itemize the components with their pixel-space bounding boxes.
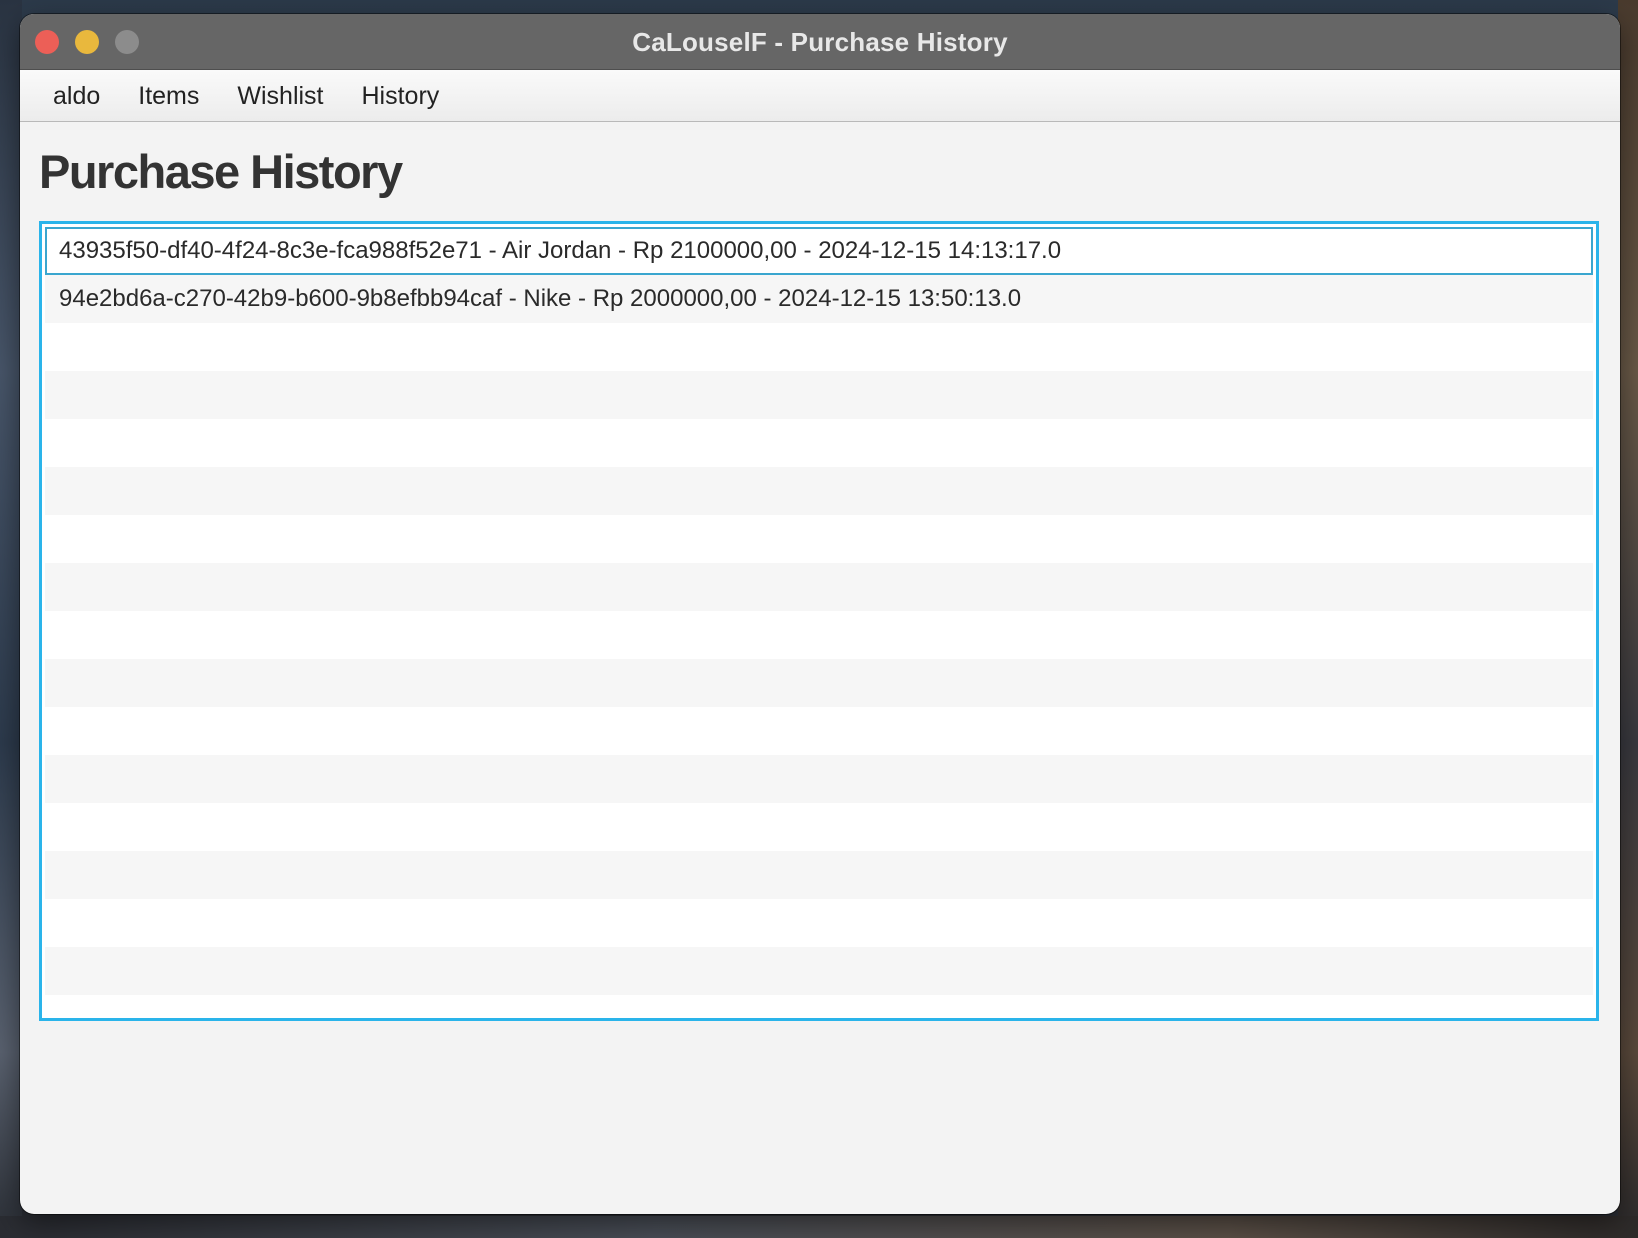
empty-list-row — [45, 563, 1593, 611]
empty-list-row — [45, 851, 1593, 899]
menu-wishlist[interactable]: Wishlist — [218, 70, 342, 122]
main-content: Purchase History 43935f50-df40-4f24-8c3e… — [20, 122, 1620, 1045]
desktop-background-left — [0, 0, 22, 1238]
empty-list-row — [45, 755, 1593, 803]
empty-list-row — [45, 803, 1593, 851]
app-window: CaLouselF - Purchase History aldo Items … — [20, 14, 1620, 1214]
list-item[interactable]: 43935f50-df40-4f24-8c3e-fca988f52e71 - A… — [45, 227, 1593, 275]
menu-user[interactable]: aldo — [34, 70, 119, 122]
empty-list-row — [45, 947, 1593, 995]
empty-list-row — [45, 323, 1593, 371]
empty-list-row — [45, 515, 1593, 563]
empty-list-row — [45, 995, 1593, 1018]
menu-bar: aldo Items Wishlist History — [20, 70, 1620, 122]
menu-history[interactable]: History — [343, 70, 459, 122]
empty-list-row — [45, 371, 1593, 419]
empty-list-row — [45, 659, 1593, 707]
empty-list-row — [45, 611, 1593, 659]
empty-list-row — [45, 419, 1593, 467]
list-row[interactable]: 43935f50-df40-4f24-8c3e-fca988f52e71 - A… — [45, 227, 1593, 275]
empty-list-row — [45, 899, 1593, 947]
desktop-background-right — [1618, 0, 1638, 1238]
empty-list-row — [45, 467, 1593, 515]
window-title: CaLouselF - Purchase History — [632, 27, 1008, 57]
title-bar[interactable]: CaLouselF - Purchase History — [20, 14, 1620, 70]
desktop-background-bottom — [0, 1216, 1638, 1238]
list-row[interactable]: 94e2bd6a-c270-42b9-b600-9b8efbb94caf - N… — [45, 275, 1593, 323]
list-item[interactable]: 94e2bd6a-c270-42b9-b600-9b8efbb94caf - N… — [45, 275, 1593, 323]
empty-list-row — [45, 707, 1593, 755]
page-title: Purchase History — [39, 145, 403, 198]
purchase-history-list[interactable]: 43935f50-df40-4f24-8c3e-fca988f52e71 - A… — [39, 221, 1599, 1021]
menu-items[interactable]: Items — [119, 70, 218, 122]
